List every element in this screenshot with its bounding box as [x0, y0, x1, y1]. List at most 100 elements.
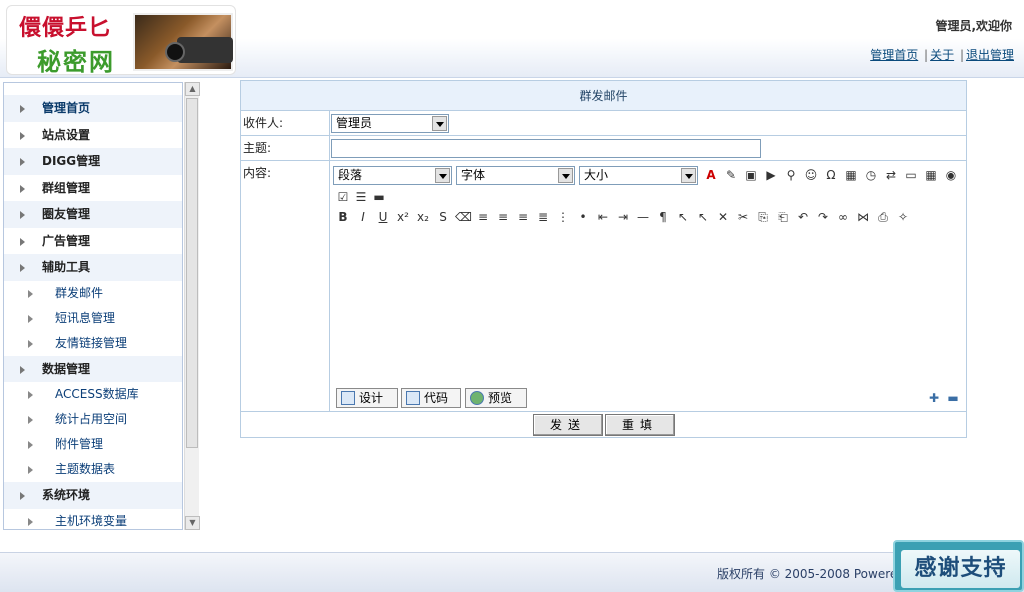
- design-icon: [341, 391, 355, 405]
- align-right-icon[interactable]: ≡: [515, 209, 531, 225]
- indent-icon[interactable]: ⇥: [615, 209, 631, 225]
- logo-text-bottom: 秘密网: [37, 47, 115, 76]
- sidebar-subitem-space-stats[interactable]: 统计占用空间: [4, 407, 182, 432]
- media-icon[interactable]: ▶: [763, 167, 779, 183]
- subscript-icon[interactable]: x₂: [415, 209, 431, 225]
- sidebar-subitem-attachments[interactable]: 附件管理: [4, 432, 182, 457]
- sidebar-item-friends[interactable]: 圈友管理: [4, 201, 182, 228]
- align-left-icon[interactable]: ≡: [475, 209, 491, 225]
- font-select[interactable]: 字体: [456, 166, 575, 185]
- code-icon: [406, 391, 420, 405]
- sidebar-item-system[interactable]: 系统环境: [4, 482, 182, 509]
- link-icon[interactable]: ∞: [835, 209, 851, 225]
- size-select[interactable]: 大小: [579, 166, 698, 185]
- undo-icon[interactable]: ↶: [795, 209, 811, 225]
- top-links: 管理首页 | 关于 | 退出管理: [870, 46, 1014, 63]
- size-value: 大小: [584, 168, 609, 182]
- image-icon[interactable]: ▣: [743, 167, 759, 183]
- checkbox-icon[interactable]: ☑: [335, 189, 351, 205]
- thanks-text: 感谢支持: [901, 550, 1020, 588]
- sidebar-item-site-settings[interactable]: 站点设置: [4, 122, 182, 149]
- recipient-select[interactable]: 管理员: [331, 114, 449, 133]
- horizontal-rule-icon[interactable]: —: [635, 209, 651, 225]
- code-mode-button[interactable]: 代码: [401, 388, 461, 408]
- font-color-icon[interactable]: A: [703, 167, 719, 183]
- content-row: 内容: 段落 字体 大小 A ✎ ▣ ▶ ⚲ ☺ Ω ▦ ◷ ⇄ ▭ ▦ ◉ ☑ ☰ ▬ B I Ux² x₂ S ⌫…: [241, 161, 966, 412]
- delete-icon[interactable]: ✕: [715, 209, 731, 225]
- link-admin-home[interactable]: 管理首页: [870, 48, 918, 62]
- sidebar-subitem-topic-tables[interactable]: 主题数据表: [4, 457, 182, 482]
- zoom-in-icon[interactable]: ✚: [926, 390, 942, 406]
- recipient-row: 收件人: 管理员: [241, 111, 966, 136]
- paragraph-select[interactable]: 段落: [333, 166, 452, 185]
- scroll-up-icon[interactable]: ▲: [185, 82, 200, 96]
- ordered-list-icon[interactable]: ⋮: [555, 209, 571, 225]
- preview-mode-button[interactable]: 预览: [465, 388, 527, 408]
- cursor-add-icon[interactable]: ↖: [675, 209, 691, 225]
- subject-input[interactable]: [331, 139, 761, 158]
- link-separator: |: [924, 48, 929, 62]
- sidebar-item-groups[interactable]: 群组管理: [4, 175, 182, 202]
- link-about[interactable]: 关于: [930, 48, 954, 62]
- welcome-text: 管理员,欢迎你: [935, 19, 1012, 33]
- form-field-icon[interactable]: ▭: [903, 167, 919, 183]
- sidebar-item-data[interactable]: 数据管理: [4, 355, 182, 382]
- scroll-thumb[interactable]: [186, 98, 198, 448]
- eraser-icon[interactable]: ⌫: [455, 209, 472, 225]
- sidebar-item-digg[interactable]: DIGG管理: [4, 148, 182, 175]
- date-icon[interactable]: ▦: [843, 167, 859, 183]
- sidebar-subitem-access-db[interactable]: ACCESS数据库: [4, 382, 182, 407]
- thanks-badge[interactable]: 感谢支持: [893, 540, 1024, 592]
- bold-icon[interactable]: B: [335, 209, 351, 225]
- underline-icon[interactable]: U: [375, 209, 391, 225]
- sidebar-item-tools[interactable]: 辅助工具: [4, 254, 182, 281]
- reset-button[interactable]: 重填: [605, 414, 675, 436]
- align-center-icon[interactable]: ≡: [495, 209, 511, 225]
- table-icon[interactable]: ▦: [923, 167, 939, 183]
- sidebar-item-ads[interactable]: 广告管理: [4, 228, 182, 255]
- superscript-icon[interactable]: x²: [395, 209, 411, 225]
- button-field-icon[interactable]: ▬: [371, 189, 387, 205]
- italic-icon[interactable]: I: [355, 209, 371, 225]
- design-label: 设计: [359, 391, 384, 405]
- replace-icon[interactable]: ⇄: [883, 167, 899, 183]
- emoticon-icon[interactable]: ☺: [803, 167, 819, 183]
- scroll-down-icon[interactable]: ▼: [185, 516, 200, 530]
- radio-icon[interactable]: ◉: [943, 167, 959, 183]
- copy-icon[interactable]: ⎘: [755, 209, 771, 225]
- strikethrough-icon[interactable]: S: [435, 209, 451, 225]
- unlink-icon[interactable]: ⋈: [855, 209, 871, 225]
- highlight-color-icon[interactable]: ✎: [723, 167, 739, 183]
- design-mode-button[interactable]: 设计: [336, 388, 398, 408]
- sidebar-subitem-host-env[interactable]: 主机环境变量: [4, 509, 182, 530]
- copyright-text: 版权所有 © 2005-2008 Powere: [717, 567, 898, 581]
- send-button[interactable]: 发送: [533, 414, 603, 436]
- list-field-icon[interactable]: ☰: [353, 189, 369, 205]
- special-char-icon[interactable]: Ω: [823, 167, 839, 183]
- link-logout[interactable]: 退出管理: [966, 48, 1014, 62]
- paste-icon[interactable]: ⎗: [775, 209, 791, 225]
- subject-label: 主题:: [241, 136, 330, 160]
- chevron-down-icon: [681, 168, 696, 183]
- sidebar-item-admin-home[interactable]: 管理首页: [4, 95, 182, 122]
- sidebar-subitem-links[interactable]: 友情链接管理: [4, 331, 182, 356]
- print-icon[interactable]: ⎙: [875, 209, 891, 225]
- sidebar-subitem-messages[interactable]: 短讯息管理: [4, 306, 182, 331]
- cursor-icon[interactable]: ↖: [695, 209, 711, 225]
- justify-icon[interactable]: ≣: [535, 209, 551, 225]
- unordered-list-icon[interactable]: •: [575, 209, 591, 225]
- mass-mail-form: 群发邮件 收件人: 管理员 主题: 内容: 段落 字体 大小 A ✎ ▣ ▶ ⚲ ☺ Ω ▦ ◷…: [240, 80, 967, 438]
- code-label: 代码: [424, 391, 449, 405]
- sidebar-subitem-mass-mail[interactable]: 群发邮件: [4, 281, 182, 306]
- redo-icon[interactable]: ↷: [815, 209, 831, 225]
- content-label: 内容:: [241, 161, 330, 411]
- cut-icon[interactable]: ✂: [735, 209, 751, 225]
- zoom-out-icon[interactable]: ▬: [945, 390, 961, 406]
- site-logo[interactable]: 儇儇乒匕 秘密网: [6, 5, 236, 76]
- paragraph-icon[interactable]: ¶: [655, 209, 671, 225]
- find-icon[interactable]: ⚲: [783, 167, 799, 183]
- clean-icon[interactable]: ✧: [895, 209, 911, 225]
- time-icon[interactable]: ◷: [863, 167, 879, 183]
- sidebar-scrollbar[interactable]: ▲ ▼: [184, 82, 200, 530]
- outdent-icon[interactable]: ⇤: [595, 209, 611, 225]
